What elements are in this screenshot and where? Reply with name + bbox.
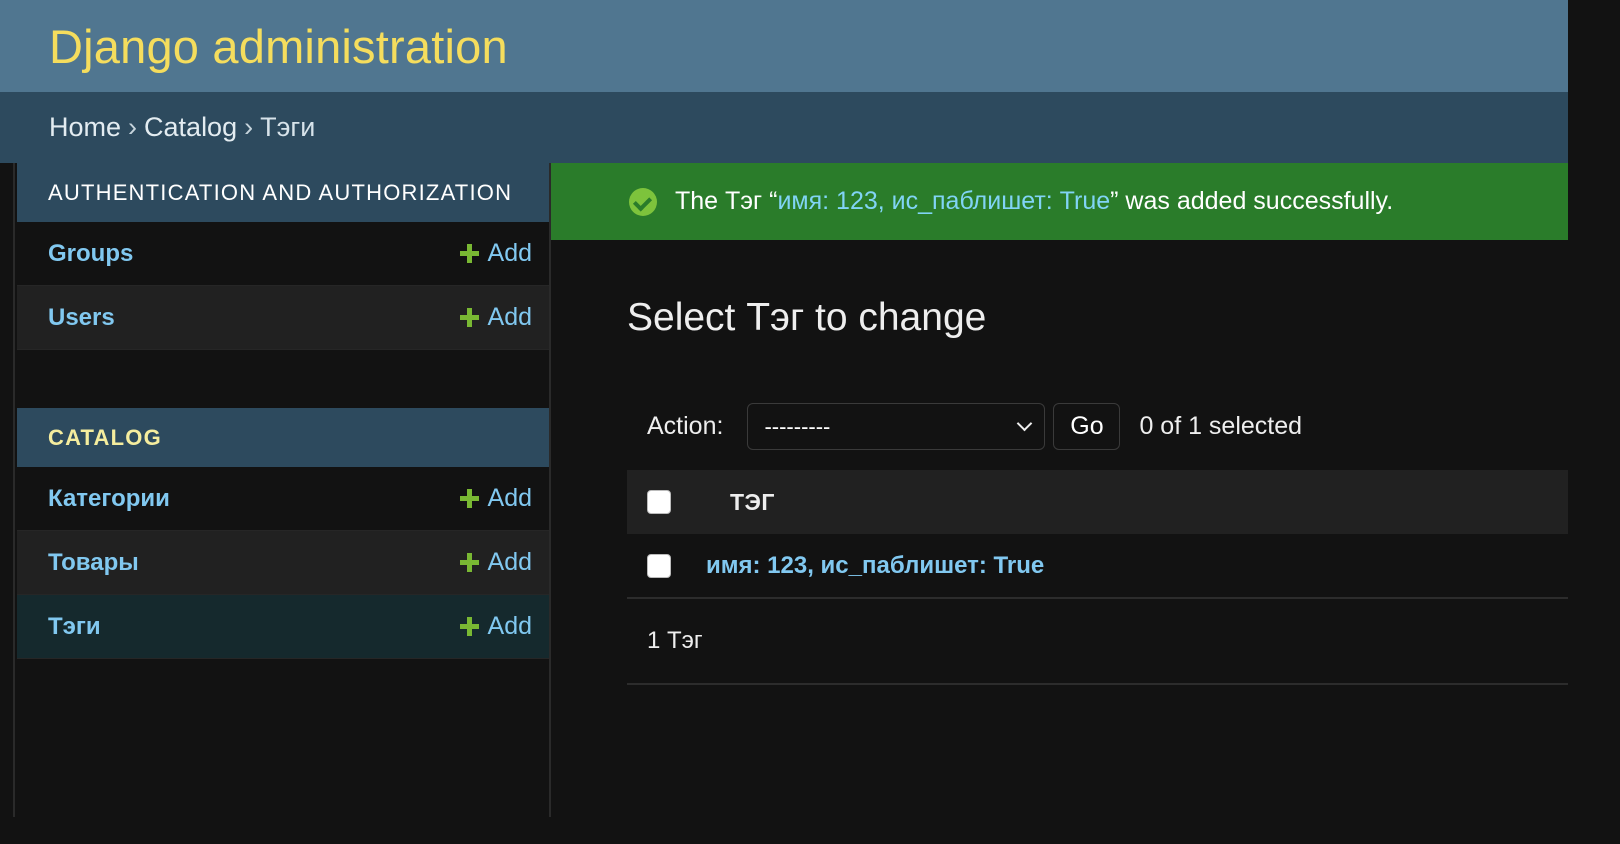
sidebar-item-products: Товары Add (17, 531, 549, 595)
add-label: Add (487, 484, 532, 512)
add-label: Add (487, 239, 532, 267)
users-link[interactable]: Users (48, 304, 115, 332)
categories-link[interactable]: Категории (48, 485, 170, 513)
message-object-link[interactable]: имя: 123, ис_паблишет: True (777, 187, 1110, 215)
sidebar-item-tags: Тэги Add (17, 595, 549, 659)
nav-sidebar: AUTHENTICATION AND AUTHORIZATION Groups … (17, 163, 551, 817)
breadcrumb-home[interactable]: Home (49, 112, 121, 143)
add-tag-link[interactable]: Add (459, 612, 532, 641)
check-circle-icon (629, 188, 657, 216)
products-link[interactable]: Товары (48, 549, 139, 577)
actions-bar: Action: --------- Go 0 of 1 selected (627, 403, 1568, 450)
sidebar-item-users: Users Add (17, 286, 549, 350)
action-select[interactable]: --------- (747, 403, 1046, 450)
action-select-value: --------- (764, 413, 831, 439)
breadcrumb: Home › Catalog › Тэги (0, 92, 1568, 163)
plus-icon (459, 617, 479, 636)
chevron-down-icon (1017, 415, 1033, 432)
row-checkbox[interactable] (647, 553, 671, 578)
table-row: имя: 123, ис_паблишет: True (627, 534, 1568, 599)
tags-link[interactable]: Тэги (48, 613, 101, 641)
module-caption-catalog[interactable]: CATALOG (17, 408, 549, 467)
site-brand[interactable]: Django administration (49, 19, 508, 74)
plus-icon (459, 489, 479, 508)
add-group-link[interactable]: Add (459, 239, 532, 268)
go-button[interactable]: Go (1053, 403, 1121, 450)
paginator: 1 Тэг (627, 599, 1568, 685)
success-message: The Тэг “имя: 123, ис_паблишет: True” wa… (551, 163, 1568, 240)
add-product-link[interactable]: Add (459, 548, 532, 577)
sidebar-item-groups: Groups Add (17, 222, 549, 286)
add-category-link[interactable]: Add (459, 484, 532, 513)
breadcrumb-separator: › (244, 112, 254, 142)
add-user-link[interactable]: Add (459, 303, 532, 332)
add-label: Add (487, 548, 532, 576)
plus-icon (459, 244, 479, 263)
sidebar-toggle-gutter[interactable] (0, 163, 15, 817)
table-header: ТЭГ (627, 470, 1568, 534)
add-label: Add (487, 303, 532, 331)
add-label: Add (487, 612, 532, 640)
action-counter: 0 of 1 selected (1139, 412, 1303, 440)
page-title: Select Тэг to change (627, 296, 987, 339)
site-header: Django administration (0, 0, 1568, 92)
message-text: The Тэг “имя: 123, ис_паблишет: True” wa… (675, 187, 1393, 216)
breadcrumb-current: Тэги (260, 112, 316, 142)
select-all-checkbox[interactable] (647, 490, 671, 514)
column-header-tag[interactable]: ТЭГ (730, 489, 775, 516)
plus-icon (459, 553, 479, 572)
row-object-link[interactable]: имя: 123, ис_паблишет: True (706, 552, 1044, 580)
result-list: ТЭГ имя: 123, ис_паблишет: True 1 Тэг (627, 470, 1568, 685)
breadcrumb-catalog[interactable]: Catalog (144, 112, 237, 143)
groups-link[interactable]: Groups (48, 240, 133, 268)
module-caption-auth[interactable]: AUTHENTICATION AND AUTHORIZATION (17, 163, 549, 222)
action-label: Action: (647, 412, 724, 440)
breadcrumb-separator: › (128, 112, 138, 142)
message-prefix: The Тэг “ (675, 187, 778, 215)
sidebar-item-categories: Категории Add (17, 467, 549, 531)
message-suffix: ” was added successfully. (1110, 187, 1394, 215)
plus-icon (459, 308, 479, 327)
